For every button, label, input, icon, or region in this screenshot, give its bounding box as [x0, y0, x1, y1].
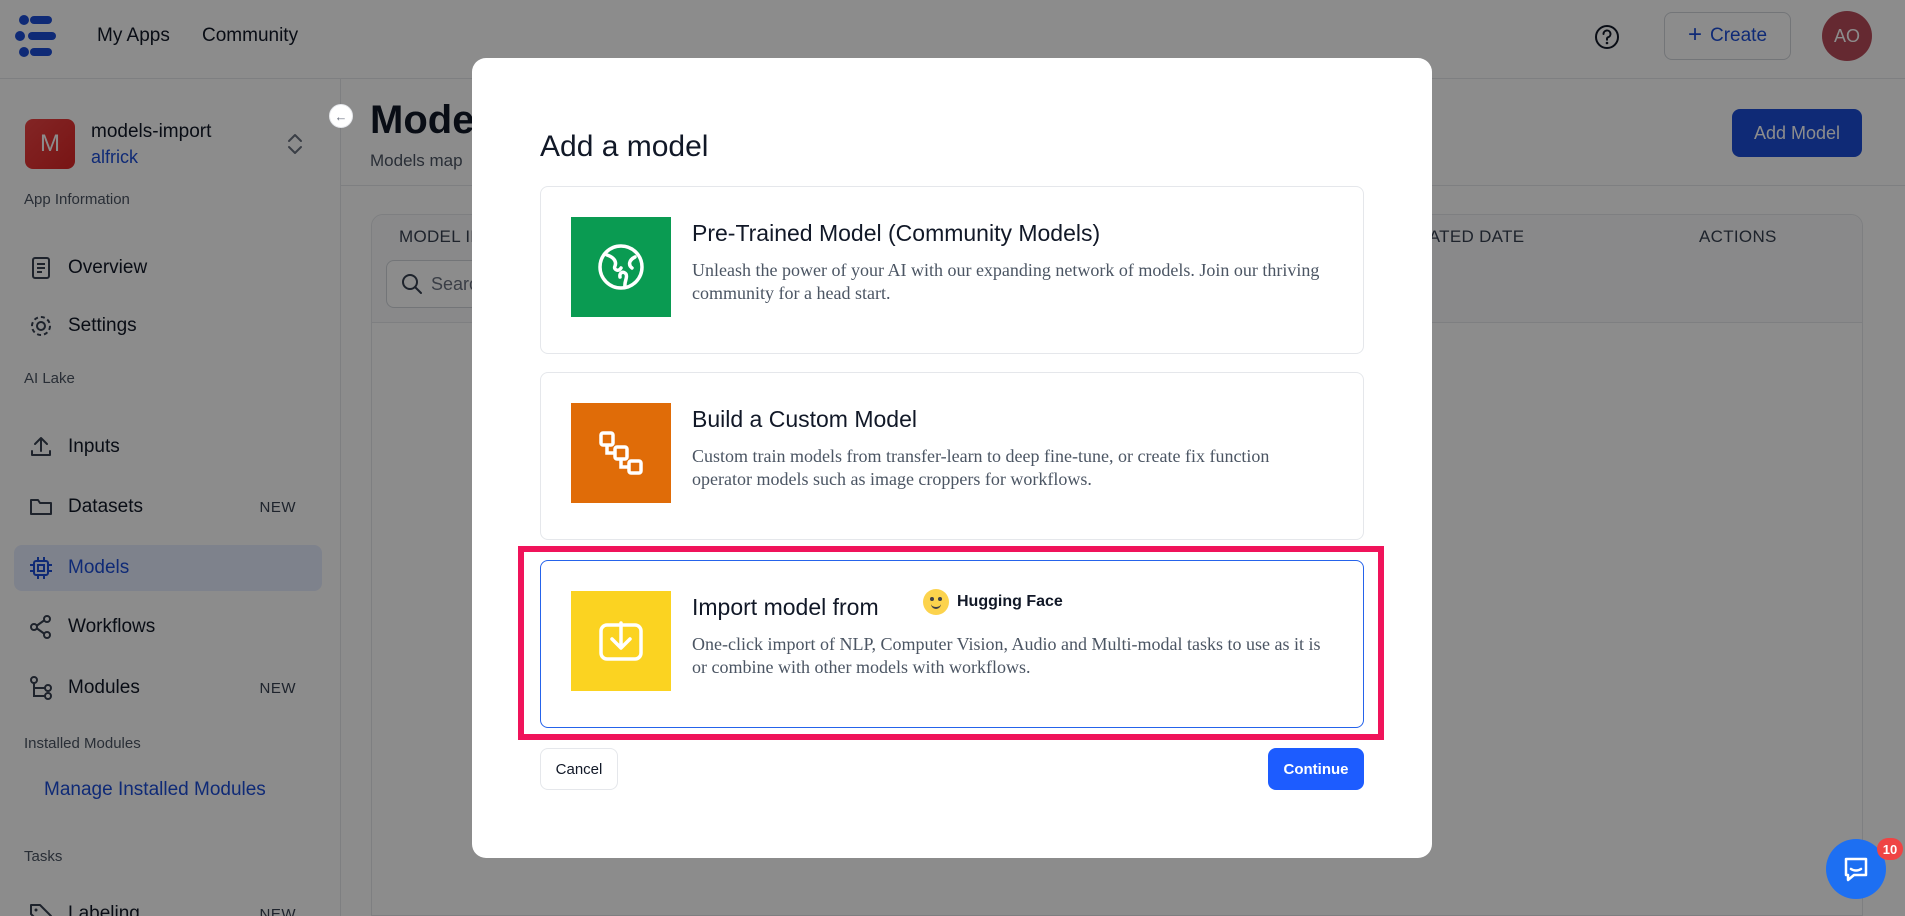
continue-button[interactable]: Continue: [1268, 748, 1364, 790]
option-description: Custom train models from transfer-learn …: [692, 446, 1270, 489]
flow-blocks-icon: [599, 431, 643, 475]
chat-icon: [1844, 857, 1868, 882]
option-title: Pre-Trained Model (Community Models): [692, 220, 1101, 246]
cancel-button[interactable]: Cancel: [540, 748, 618, 790]
option-custom-model[interactable]: Build a Custom Model Custom train models…: [540, 372, 1364, 540]
globe-icon: [598, 244, 644, 290]
option-pretrained-model[interactable]: Pre-Trained Model (Community Models) Unl…: [540, 186, 1364, 354]
notification-count-badge: 10: [1877, 838, 1903, 860]
option-icon-tile: [571, 217, 671, 317]
option-icon-tile: [571, 403, 671, 503]
option-title: Build a Custom Model: [692, 406, 917, 432]
option-description: Unleash the power of your AI with our ex…: [692, 260, 1320, 303]
dialog-title: Add a model: [540, 130, 709, 163]
selection-highlight: [518, 546, 1384, 740]
collapse-sidebar-button[interactable]: ←: [329, 104, 353, 128]
